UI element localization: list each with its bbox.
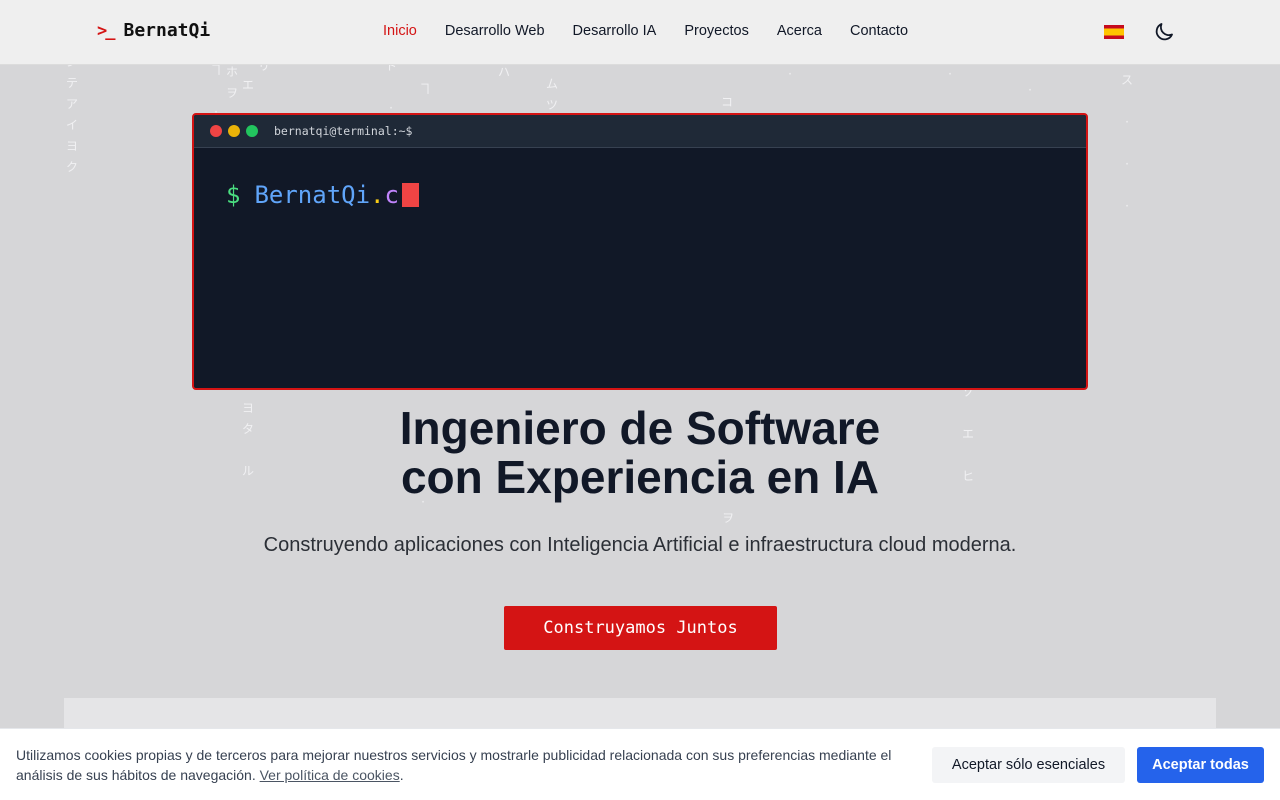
rain-column: エ — [241, 78, 254, 92]
terminal-window: bernatqi@terminal:~$ $ BernatQi . c — [192, 113, 1088, 390]
nav-link-desarrollo-web[interactable]: Desarrollo Web — [445, 23, 545, 39]
cookie-text: Utilizamos cookies propias y de terceros… — [16, 745, 896, 785]
cookie-banner: Utilizamos cookies propias y de terceros… — [0, 728, 1280, 800]
terminal-command-line: $ BernatQi . c — [226, 181, 419, 209]
rain-column: コ — [720, 95, 733, 109]
accept-essential-button[interactable]: Aceptar sólo esenciales — [932, 747, 1125, 783]
rain-column: · — [1028, 83, 1032, 97]
maximize-dot-icon — [246, 125, 258, 137]
typed-text-dot: . — [370, 181, 385, 209]
nav-link-acerca[interactable]: Acerca — [777, 23, 822, 39]
cookie-message: Utilizamos cookies propias y de terceros… — [16, 747, 892, 783]
cta-button[interactable]: Construyamos Juntos — [504, 606, 777, 650]
theme-toggle-button[interactable] — [1152, 20, 1176, 44]
top-navbar: >_ BernatQi Inicio Desarrollo Web Desarr… — [0, 0, 1280, 65]
minimize-dot-icon — [228, 125, 240, 137]
nav-link-proyectos[interactable]: Proyectos — [684, 23, 748, 39]
site-name: BernatQi — [123, 20, 211, 41]
terminal-title: bernatqi@terminal:~$ — [274, 124, 413, 138]
terminal-prompt: $ — [226, 181, 241, 209]
nav-link-contacto[interactable]: Contacto — [850, 23, 908, 39]
cookie-policy-link[interactable]: Ver política de cookies — [260, 767, 400, 783]
flag-spain-icon[interactable] — [1104, 25, 1124, 39]
rain-column: ハ — [497, 65, 510, 79]
rain-column: · — [948, 67, 952, 81]
main-nav: Inicio Desarrollo Web Desarrollo IA Proy… — [383, 23, 908, 39]
rain-column: ヲ — [721, 511, 734, 525]
site-logo[interactable]: >_ BernatQi — [97, 20, 210, 41]
terminal-titlebar: bernatqi@terminal:~$ — [194, 115, 1086, 148]
moon-icon — [1155, 23, 1173, 41]
terminal-prompt-icon: >_ — [97, 20, 116, 41]
rain-column: ホヲ — [225, 65, 238, 100]
accept-all-button[interactable]: Aceptar todas — [1137, 747, 1264, 783]
typed-text-ext: c — [384, 181, 399, 209]
rain-column: ムツ — [545, 77, 558, 112]
rain-column: · — [788, 67, 792, 81]
typed-text-name: BernatQi — [254, 181, 371, 209]
rain-column: ヿ — [418, 82, 431, 96]
close-dot-icon — [210, 125, 222, 137]
hero-title-line-2: con Experiencia en IA — [400, 451, 880, 503]
terminal-cursor — [401, 183, 419, 207]
rain-column: ト · — [384, 59, 397, 115]
nav-link-inicio[interactable]: Inicio — [383, 23, 417, 39]
cookie-period: . — [399, 767, 404, 783]
rain-column: ンテアイヨク — [65, 55, 78, 174]
hero-subtitle: Construyendo aplicaciones con Inteligenc… — [263, 534, 1017, 556]
rain-column: ス · · · — [1120, 73, 1133, 213]
hero-title: Ingeniero de Software con Experiencia en… — [0, 404, 1280, 502]
hero-title-line-1: Ingeniero de Software — [399, 402, 881, 454]
nav-link-desarrollo-ia[interactable]: Desarrollo IA — [573, 23, 657, 39]
